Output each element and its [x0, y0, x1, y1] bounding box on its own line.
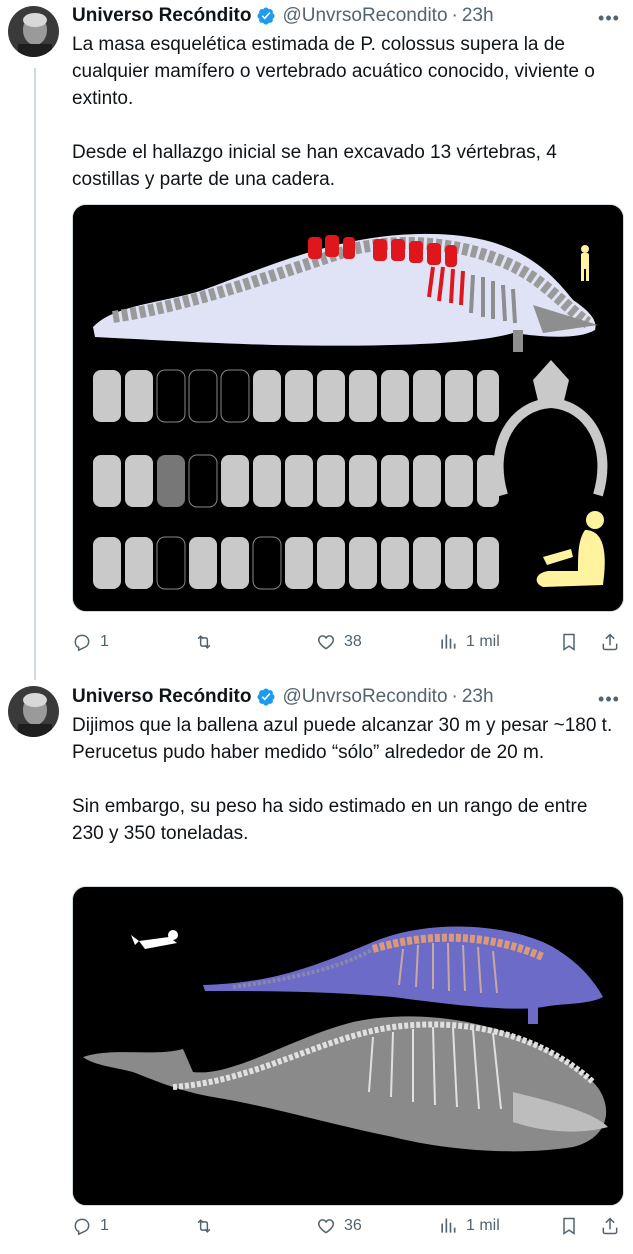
views-count: 1 mil: [466, 633, 500, 650]
tweet-text: La masa esquelética estimada de P. colos…: [72, 31, 624, 193]
verified-badge-icon: [256, 687, 276, 707]
reply-icon: [74, 634, 90, 652]
bookmark-button[interactable]: [559, 627, 587, 657]
reply-count: 1: [100, 633, 109, 650]
reply-count: 1: [100, 1217, 109, 1234]
reply-icon: [74, 1218, 90, 1236]
verified-badge-icon: [256, 6, 276, 26]
like-count: 36: [344, 1217, 362, 1234]
like-button[interactable]: 36: [316, 1211, 362, 1241]
views-count: 1 mil: [466, 1217, 500, 1234]
tweet-paragraph: La masa esquelética estimada de P. colos…: [72, 34, 595, 109]
tweet-header: Universo Recóndito @UnvrsoRecondito · 23…: [72, 4, 494, 28]
repost-icon: [197, 635, 211, 649]
whale-comparison-illustration: [73, 887, 623, 1205]
bookmark-icon: [563, 633, 575, 651]
views-icon: [441, 634, 456, 649]
like-count: 38: [344, 633, 362, 650]
tweet-image-skeleton-comparison[interactable]: [72, 204, 624, 612]
author-handle[interactable]: @UnvrsoRecondito: [282, 5, 447, 27]
views-button[interactable]: 1 mil: [438, 627, 500, 657]
timestamp[interactable]: 23h: [462, 5, 494, 27]
separator-dot: ·: [451, 686, 458, 707]
repost-icon: [197, 1219, 211, 1233]
reply-button[interactable]: 1: [72, 627, 109, 657]
repost-button[interactable]: [194, 627, 222, 657]
tweet-image-whale-comparison[interactable]: [72, 886, 624, 1206]
share-icon: [602, 1217, 618, 1235]
tweet-paragraph: Desde el hallazgo inicial se han excavad…: [72, 142, 557, 190]
like-icon: [317, 635, 335, 650]
share-button[interactable]: [600, 627, 628, 657]
views-button[interactable]: 1 mil: [438, 1211, 500, 1241]
share-button[interactable]: [600, 1211, 628, 1241]
more-icon[interactable]: •••: [597, 687, 621, 711]
author-name[interactable]: Universo Recóndito: [72, 5, 251, 27]
like-button[interactable]: 38: [316, 627, 362, 657]
tweet-1[interactable]: Universo Recóndito @UnvrsoRecondito · 23…: [0, 0, 633, 680]
tweet-paragraph: Dijimos que la ballena azul puede alcanz…: [72, 715, 613, 736]
repost-button[interactable]: [194, 1211, 222, 1241]
separator-dot: ·: [451, 5, 458, 26]
tweet-paragraph: Perucetus pudo haber medido “sólo” alred…: [72, 742, 545, 763]
bookmark-button[interactable]: [559, 1211, 587, 1241]
more-icon[interactable]: •••: [597, 6, 621, 30]
avatar[interactable]: [8, 6, 59, 57]
tweet-actions: 1 36 1 mil: [72, 1211, 624, 1241]
tweet-actions: 1 38 1 mil: [72, 627, 624, 657]
author-name[interactable]: Universo Recóndito: [72, 686, 251, 708]
skeleton-illustration: [73, 205, 623, 611]
author-handle[interactable]: @UnvrsoRecondito: [282, 686, 447, 708]
share-icon: [602, 633, 618, 651]
views-icon: [441, 1218, 456, 1233]
bookmark-icon: [563, 1217, 575, 1235]
tweet-text: Dijimos que la ballena azul puede alcanz…: [72, 712, 624, 847]
reply-button[interactable]: 1: [72, 1211, 109, 1241]
like-icon: [317, 1219, 335, 1234]
tweet-2[interactable]: Universo Recóndito @UnvrsoRecondito · 23…: [0, 680, 633, 1254]
tweet-header: Universo Recóndito @UnvrsoRecondito · 23…: [72, 685, 494, 709]
avatar[interactable]: [8, 686, 59, 737]
tweet-paragraph: Sin embargo, su peso ha sido estimado en…: [72, 796, 588, 844]
timestamp[interactable]: 23h: [462, 686, 494, 708]
